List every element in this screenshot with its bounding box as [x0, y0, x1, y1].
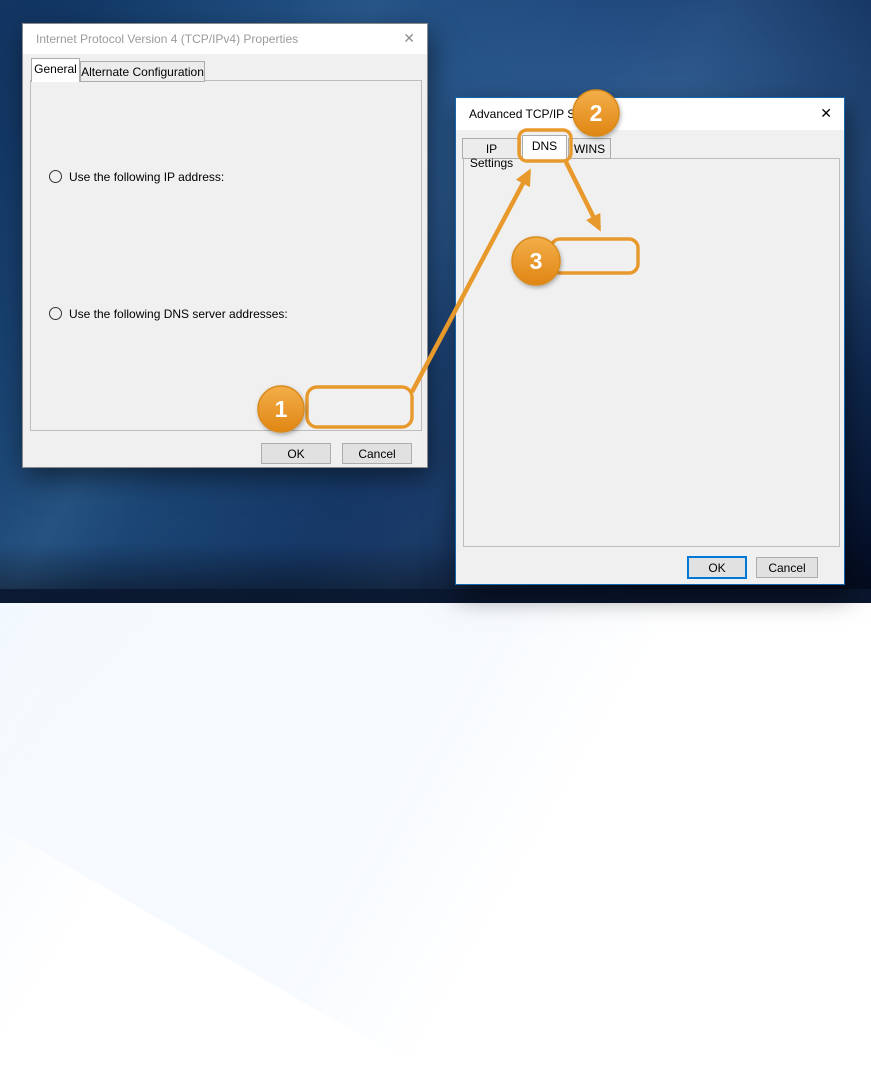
tab-wins[interactable]: WINS: [568, 138, 611, 159]
dialog-title: Advanced TCP/IP Settings: [469, 107, 611, 121]
titlebar: Internet Protocol Version 4 (TCP/IPv4) P…: [23, 24, 427, 54]
dialog-title: Internet Protocol Version 4 (TCP/IPv4) P…: [36, 32, 298, 46]
radio-use-dns-label: Use the following DNS server addresses:: [67, 307, 290, 321]
cancel-button[interactable]: Cancel: [342, 443, 412, 464]
tab-general[interactable]: General: [31, 58, 80, 82]
ipv4-properties-dialog: Internet Protocol Version 4 (TCP/IPv4) P…: [22, 23, 428, 468]
tab-dns[interactable]: DNS: [522, 135, 567, 159]
ok-button[interactable]: OK: [687, 556, 747, 579]
wallpaper-dark-band: [0, 589, 871, 603]
close-icon[interactable]: ✕: [820, 106, 832, 120]
radio-use-dns[interactable]: [49, 307, 62, 320]
advanced-tcpip-dialog: Advanced TCP/IP Settings ✕ IP Settings D…: [455, 97, 845, 585]
tab-alternate-configuration[interactable]: Alternate Configuration: [80, 61, 205, 82]
ok-button[interactable]: OK: [261, 443, 331, 464]
close-icon[interactable]: ✕: [403, 31, 415, 45]
radio-use-ip[interactable]: [49, 170, 62, 183]
radio-use-ip-label: Use the following IP address:: [67, 170, 226, 184]
tab-page: [463, 158, 840, 547]
cancel-button[interactable]: Cancel: [756, 557, 818, 578]
tab-ip-settings[interactable]: IP Settings: [462, 138, 521, 159]
tab-page: [30, 80, 422, 431]
titlebar: Advanced TCP/IP Settings ✕: [456, 98, 844, 130]
